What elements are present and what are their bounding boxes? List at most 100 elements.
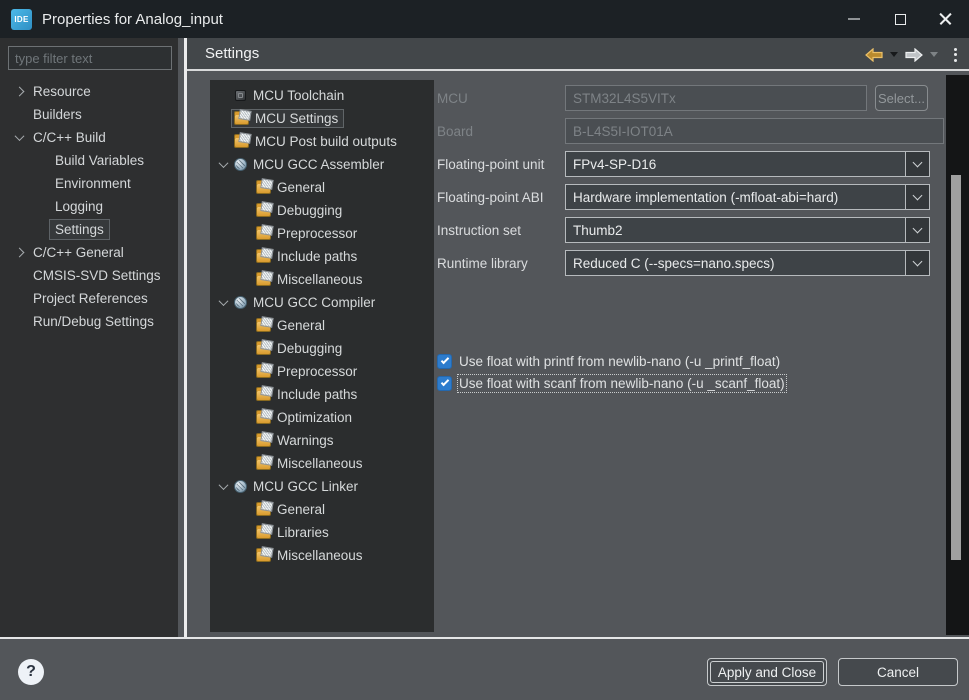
view-menu-button[interactable] bbox=[950, 48, 961, 62]
tree-item-assembler-include-paths[interactable]: Include paths bbox=[210, 245, 434, 268]
tree-item-compiler-include-paths[interactable]: Include paths bbox=[210, 383, 434, 406]
tree-item-assembler-preprocessor[interactable]: Preprocessor bbox=[210, 222, 434, 245]
sidebar-item-environment[interactable]: Environment bbox=[0, 172, 178, 195]
folder-icon bbox=[234, 137, 249, 148]
sidebar-item-cpp-general[interactable]: C/C++ General bbox=[0, 241, 178, 264]
folder-icon bbox=[256, 229, 271, 240]
sidebar-item-logging[interactable]: Logging bbox=[0, 195, 178, 218]
maximize-icon bbox=[895, 14, 906, 25]
properties-category-tree: Resource Builders C/C++ Build Build Vari… bbox=[0, 80, 178, 333]
dialog-footer: ? Apply and Close Cancel bbox=[0, 637, 969, 700]
scrollbar-thumb[interactable] bbox=[951, 175, 961, 560]
tree-item-gcc-compiler[interactable]: MCU GCC Compiler bbox=[210, 291, 434, 314]
chevron-collapsed-icon[interactable] bbox=[12, 88, 27, 95]
tree-item-compiler-debugging[interactable]: Debugging bbox=[210, 337, 434, 360]
folder-icon bbox=[256, 551, 271, 562]
scanf-float-checkbox-row: Use float with scanf from newlib-nano (-… bbox=[437, 373, 785, 393]
printf-float-checkbox[interactable] bbox=[437, 354, 452, 369]
printf-float-checkbox-row: Use float with printf from newlib-nano (… bbox=[437, 351, 780, 371]
folder-icon bbox=[256, 344, 271, 355]
chevron-down-icon[interactable] bbox=[905, 185, 929, 209]
sidebar-item-settings[interactable]: Settings bbox=[0, 218, 178, 241]
floating-point-unit-label: Floating-point unit bbox=[437, 151, 544, 177]
tree-item-mcu-toolchain[interactable]: MCU Toolchain bbox=[210, 84, 434, 107]
tree-item-compiler-preprocessor[interactable]: Preprocessor bbox=[210, 360, 434, 383]
folder-icon bbox=[256, 183, 271, 194]
chevron-expanded-icon[interactable] bbox=[12, 134, 27, 141]
tree-item-compiler-warnings[interactable]: Warnings bbox=[210, 429, 434, 452]
scanf-float-checkbox[interactable] bbox=[437, 376, 452, 391]
chip-icon bbox=[235, 90, 246, 101]
sidebar-item-build-variables[interactable]: Build Variables bbox=[0, 149, 178, 172]
tool-gear-icon bbox=[234, 296, 247, 309]
folder-icon bbox=[256, 206, 271, 217]
folder-icon bbox=[234, 114, 249, 125]
chevron-collapsed-icon[interactable] bbox=[12, 249, 27, 256]
tree-item-mcu-post-build[interactable]: MCU Post build outputs bbox=[210, 130, 434, 153]
floating-point-abi-select[interactable]: Hardware implementation (-mfloat-abi=har… bbox=[565, 184, 930, 210]
help-button[interactable]: ? bbox=[18, 659, 44, 685]
floating-point-abi-label: Floating-point ABI bbox=[437, 184, 544, 210]
chevron-down-icon[interactable] bbox=[905, 218, 929, 242]
back-button[interactable] bbox=[864, 48, 884, 62]
maximize-button[interactable] bbox=[877, 0, 923, 38]
folder-icon bbox=[256, 390, 271, 401]
tree-item-mcu-settings[interactable]: MCU Settings bbox=[210, 107, 434, 130]
runtime-library-select[interactable]: Reduced C (--specs=nano.specs) bbox=[565, 250, 930, 276]
folder-icon bbox=[256, 459, 271, 470]
tree-item-compiler-optimization[interactable]: Optimization bbox=[210, 406, 434, 429]
chevron-expanded-icon[interactable] bbox=[216, 299, 231, 306]
forward-history-dropdown[interactable] bbox=[930, 52, 938, 57]
folder-icon bbox=[256, 436, 271, 447]
app-icon: IDE bbox=[11, 9, 32, 30]
tree-item-gcc-linker[interactable]: MCU GCC Linker bbox=[210, 475, 434, 498]
sidebar-item-run-debug-settings[interactable]: Run/Debug Settings bbox=[0, 310, 178, 333]
forward-button[interactable] bbox=[904, 48, 924, 62]
properties-nav-pane: Resource Builders C/C++ Build Build Vari… bbox=[0, 38, 178, 638]
folder-icon bbox=[256, 367, 271, 378]
titlebar[interactable]: IDE Properties for Analog_input bbox=[0, 0, 969, 38]
tool-gear-icon bbox=[234, 158, 247, 171]
folder-icon bbox=[256, 528, 271, 539]
tree-item-linker-general[interactable]: General bbox=[210, 498, 434, 521]
apply-and-close-button[interactable]: Apply and Close bbox=[707, 658, 827, 686]
tree-item-assembler-misc[interactable]: Miscellaneous bbox=[210, 268, 434, 291]
folder-icon bbox=[256, 252, 271, 263]
board-field bbox=[565, 118, 944, 144]
runtime-library-label: Runtime library bbox=[437, 250, 528, 276]
sidebar-item-builders[interactable]: Builders bbox=[0, 103, 178, 126]
chevron-down-icon[interactable] bbox=[905, 251, 929, 275]
tree-item-gcc-assembler[interactable]: MCU GCC Assembler bbox=[210, 153, 434, 176]
instruction-set-select[interactable]: Thumb2 bbox=[565, 217, 930, 243]
chevron-down-icon[interactable] bbox=[905, 152, 929, 176]
mcu-label: MCU bbox=[437, 85, 468, 111]
back-history-dropdown[interactable] bbox=[890, 52, 898, 57]
mcu-select-button[interactable]: Select... bbox=[875, 85, 928, 111]
sidebar-item-cmsis-svd-settings[interactable]: CMSIS-SVD Settings bbox=[0, 264, 178, 287]
tree-item-assembler-debugging[interactable]: Debugging bbox=[210, 199, 434, 222]
tree-item-compiler-misc[interactable]: Miscellaneous bbox=[210, 452, 434, 475]
tool-gear-icon bbox=[234, 480, 247, 493]
cancel-button[interactable]: Cancel bbox=[838, 658, 958, 686]
check-icon bbox=[440, 378, 448, 386]
tool-settings-tree: MCU Toolchain MCU Settings MCU Post buil… bbox=[210, 80, 434, 632]
sidebar-item-project-references[interactable]: Project References bbox=[0, 287, 178, 310]
filter-input[interactable] bbox=[8, 46, 172, 70]
tree-item-linker-libraries[interactable]: Libraries bbox=[210, 521, 434, 544]
close-button[interactable] bbox=[923, 0, 969, 38]
tree-item-compiler-general[interactable]: General bbox=[210, 314, 434, 337]
chevron-expanded-icon[interactable] bbox=[216, 161, 231, 168]
folder-icon bbox=[256, 275, 271, 286]
sidebar-item-cpp-build[interactable]: C/C++ Build bbox=[0, 126, 178, 149]
chevron-expanded-icon[interactable] bbox=[216, 483, 231, 490]
floating-point-unit-select[interactable]: FPv4-SP-D16 bbox=[565, 151, 930, 177]
vertical-scrollbar[interactable] bbox=[946, 75, 969, 635]
sidebar-item-resource[interactable]: Resource bbox=[0, 80, 178, 103]
window-title: Properties for Analog_input bbox=[42, 11, 223, 28]
board-label: Board bbox=[437, 118, 473, 144]
tree-item-linker-misc[interactable]: Miscellaneous bbox=[210, 544, 434, 567]
folder-icon bbox=[256, 413, 271, 424]
instruction-set-label: Instruction set bbox=[437, 217, 521, 243]
minimize-button[interactable] bbox=[831, 0, 877, 38]
tree-item-assembler-general[interactable]: General bbox=[210, 176, 434, 199]
